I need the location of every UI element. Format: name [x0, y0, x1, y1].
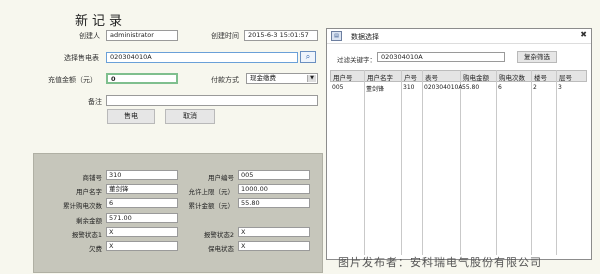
creator-field[interactable]: administrator	[106, 30, 178, 41]
table-row[interactable]: 005 董剑锋 310 020304010A 55.80 6 2 3	[330, 82, 587, 93]
creator-label: 创建人	[79, 32, 100, 40]
limit-label: 允许上限（元）	[188, 188, 235, 196]
amount-label: 充值金额（元）	[48, 76, 97, 84]
shop-field[interactable]: 310	[106, 170, 178, 180]
buy-amount-label: 累计金额（元）	[188, 202, 235, 210]
grid-header: 用户号 用户名字 户号 表号 购电金额 购电次数 楼号 层号	[330, 70, 587, 82]
meter-field[interactable]: 020304010A	[106, 52, 298, 63]
col-header[interactable]: 购电次数	[499, 72, 525, 82]
user-no-field[interactable]: 005	[238, 170, 310, 180]
alarm2-label: 报警状态2	[203, 231, 234, 239]
dialog-title: 数据选择	[351, 33, 379, 41]
protect-field[interactable]: X	[238, 241, 310, 251]
table-cell: 6	[498, 84, 502, 91]
user-name-label: 用户名字	[76, 188, 102, 196]
created-time-label: 创建时间	[211, 32, 239, 40]
alarm1-label: 报警状态1	[71, 231, 102, 239]
payment-select[interactable]: 现金缴费 ▼	[246, 73, 318, 84]
data-select-dialog: ▤ 数据选择 ✖ 过滤关键字： 020304010A 复杂筛选 用户号 用户名字…	[326, 28, 592, 260]
balance-field[interactable]: 571.00	[106, 213, 178, 223]
payment-label: 付款方式	[211, 76, 239, 84]
payment-select-value: 现金缴费	[250, 74, 276, 82]
protect-label: 保电状态	[208, 245, 234, 253]
sell-button[interactable]: 售电	[107, 109, 155, 124]
table-cell: 55.80	[462, 84, 480, 91]
user-no-label: 用户编号	[208, 174, 234, 182]
table-cell: 董剑锋	[366, 86, 385, 93]
col-header[interactable]: 用户号	[333, 72, 353, 82]
col-header[interactable]: 户号	[404, 72, 417, 82]
search-icon: ⌕	[305, 52, 311, 61]
meter-search-button[interactable]: ⌕	[300, 51, 316, 63]
amount-field[interactable]: 0	[106, 73, 178, 84]
window-icon: ▤	[331, 31, 342, 41]
grid-divider	[496, 70, 497, 255]
col-header[interactable]: 购电金额	[463, 72, 489, 82]
close-icon[interactable]: ✖	[580, 30, 587, 39]
table-cell: 020304010A	[424, 84, 463, 91]
grid-divider	[460, 70, 461, 255]
table-cell: 310	[403, 84, 415, 91]
grid-divider	[531, 70, 532, 255]
filter-label: 过滤关键字：	[337, 56, 376, 64]
buy-count-field[interactable]: 6	[106, 198, 178, 208]
table-cell: 005	[332, 84, 344, 91]
table-cell: 2	[533, 84, 537, 91]
buy-amount-field[interactable]: 55.80	[238, 198, 310, 208]
col-header[interactable]: 用户名字	[367, 72, 393, 82]
grid-divider	[401, 70, 402, 255]
owe-label: 欠费	[89, 245, 102, 253]
col-header[interactable]: 楼号	[534, 72, 547, 82]
col-header[interactable]: 表号	[425, 72, 438, 82]
chevron-down-icon: ▼	[307, 75, 316, 82]
note-label: 备注	[88, 98, 102, 106]
shop-label: 商铺号	[82, 174, 103, 182]
meter-info-panel: 商铺号 310 用户编号 005 用户名字 董剑锋 允许上限（元） 1000.0…	[33, 153, 323, 273]
cancel-button[interactable]: 取消	[165, 109, 215, 124]
filter-input[interactable]: 020304010A	[377, 52, 505, 62]
buy-count-label: 累计购电次数	[63, 202, 102, 210]
col-header[interactable]: 层号	[559, 72, 572, 82]
dialog-title-bar: ▤ 数据选择 ✖	[327, 29, 591, 44]
grid-divider	[364, 70, 365, 255]
alarm1-field[interactable]: X	[106, 227, 178, 237]
page-title: 新记录	[75, 14, 127, 29]
grid-divider	[556, 70, 557, 255]
note-field[interactable]	[106, 95, 318, 106]
owe-field[interactable]: X	[106, 241, 178, 251]
balance-label: 剩余金额	[76, 217, 102, 225]
meter-label: 选择售电表	[64, 54, 99, 62]
limit-field[interactable]: 1000.00	[238, 184, 310, 194]
complex-filter-button[interactable]: 复杂筛选	[517, 51, 557, 63]
table-cell: 3	[558, 84, 562, 91]
grid-divider	[422, 70, 423, 255]
created-time-field[interactable]: 2015-6-3 15:01:57	[244, 30, 318, 41]
user-name-field[interactable]: 董剑锋	[106, 184, 178, 194]
watermark: 图片发布者：安科瑞电气股份有限公司	[338, 256, 542, 269]
alarm2-field[interactable]: X	[238, 227, 310, 237]
